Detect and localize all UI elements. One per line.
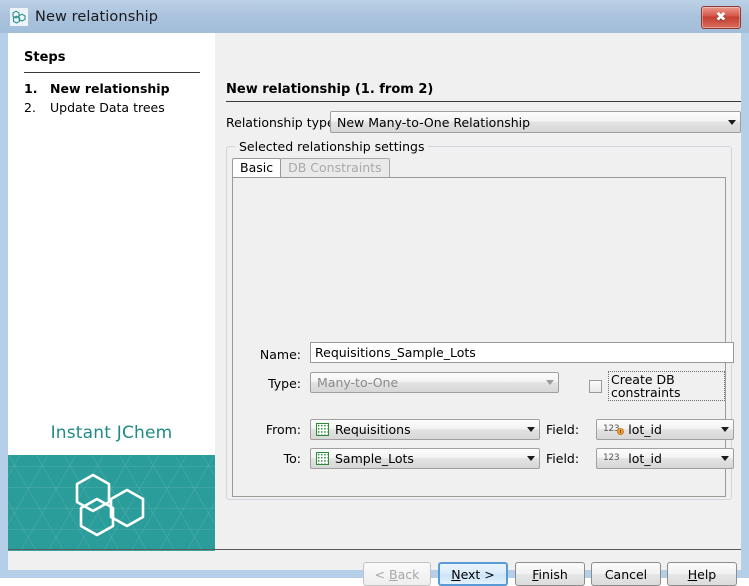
type-value: Many-to-One bbox=[311, 375, 541, 390]
from-field-value: lot_id bbox=[622, 422, 716, 437]
button-bar: < Back Next > Finish Cancel Help bbox=[8, 550, 741, 570]
steps-divider bbox=[24, 72, 200, 73]
page-title-divider bbox=[226, 101, 741, 102]
number-type-text: 123 bbox=[603, 453, 619, 463]
relationship-settings-group-title: Selected relationship settings bbox=[235, 139, 428, 154]
from-table-value: Requisitions bbox=[329, 422, 522, 437]
chevron-down-icon bbox=[522, 456, 539, 461]
close-icon: ✖ bbox=[716, 11, 727, 24]
step-label: Update Data trees bbox=[50, 98, 165, 117]
title-bar: New relationship ✖ bbox=[0, 0, 749, 33]
tab-db-constraints: DB Constraints bbox=[280, 158, 390, 177]
to-field-label: Field: bbox=[546, 451, 590, 466]
table-grid-icon bbox=[316, 423, 329, 436]
step-number: 2. bbox=[24, 98, 50, 117]
product-logo-panel bbox=[8, 455, 215, 551]
step-item-2: 2. Update Data trees bbox=[24, 98, 209, 117]
finish-button[interactable]: Finish bbox=[515, 562, 585, 586]
dialog-window: New relationship ✖ Steps 1. New relation… bbox=[0, 0, 749, 578]
steps-heading: Steps bbox=[24, 50, 65, 65]
chevron-down-icon bbox=[716, 456, 733, 461]
to-label: To: bbox=[241, 451, 301, 466]
relationship-type-label: Relationship type: bbox=[226, 115, 339, 130]
from-field-label: Field: bbox=[546, 422, 590, 437]
create-db-constraints-checkbox[interactable]: Create DB constraints bbox=[589, 371, 725, 401]
name-label: Name: bbox=[241, 347, 301, 362]
back-button: < Back bbox=[363, 562, 431, 586]
molecule-logo-icon bbox=[71, 472, 153, 538]
checkbox-box-icon bbox=[589, 380, 602, 393]
step-number: 1. bbox=[24, 79, 50, 98]
step-label: New relationship bbox=[50, 79, 170, 98]
steps-panel: Steps 1. New relationship 2. Update Data… bbox=[8, 33, 215, 537]
chevron-down-icon bbox=[541, 380, 558, 385]
finish-button-label: Finish bbox=[532, 567, 568, 582]
from-label: From: bbox=[241, 422, 301, 437]
dialog-client-area: Steps 1. New relationship 2. Update Data… bbox=[8, 33, 741, 570]
help-button-label: Help bbox=[688, 567, 717, 582]
to-table-value: Sample_Lots bbox=[329, 451, 522, 466]
basic-tab-panel: Name: Requisitions_Sample_Lots Type: Man… bbox=[232, 177, 726, 497]
steps-list: 1. New relationship 2. Update Data trees bbox=[24, 79, 209, 117]
close-button[interactable]: ✖ bbox=[701, 6, 741, 29]
tab-basic[interactable]: Basic bbox=[232, 158, 281, 177]
type-label: Type: bbox=[241, 376, 301, 391]
from-field-select[interactable]: 123 lot_id bbox=[596, 419, 734, 440]
next-button-label: Next > bbox=[451, 567, 495, 582]
cancel-button-label: Cancel bbox=[605, 567, 647, 582]
create-db-constraints-label: Create DB constraints bbox=[608, 371, 725, 401]
to-table-select[interactable]: Sample_Lots bbox=[310, 448, 540, 469]
number-icon: 123 bbox=[603, 452, 619, 465]
relationship-type-select[interactable]: New Many-to-One Relationship bbox=[330, 111, 741, 133]
next-button[interactable]: Next > bbox=[438, 562, 508, 586]
table-grid-icon bbox=[316, 452, 329, 465]
relationship-type-value: New Many-to-One Relationship bbox=[331, 115, 723, 130]
type-select: Many-to-One bbox=[310, 372, 559, 393]
chevron-down-icon bbox=[716, 427, 733, 432]
to-field-select[interactable]: 123 lot_id bbox=[596, 448, 734, 469]
chevron-down-icon bbox=[723, 120, 740, 125]
settings-tabstrip: Basic DB Constraints bbox=[232, 158, 390, 177]
wizard-content-panel: New relationship (1. from 2) Relationshi… bbox=[215, 33, 741, 537]
step-item-1: 1. New relationship bbox=[24, 79, 209, 98]
cancel-button[interactable]: Cancel bbox=[591, 562, 661, 586]
help-button[interactable]: Help bbox=[667, 562, 737, 586]
page-title: New relationship (1. from 2) bbox=[226, 82, 433, 97]
number-key-icon: 123 bbox=[603, 423, 619, 436]
window-title: New relationship bbox=[35, 9, 158, 25]
name-input[interactable]: Requisitions_Sample_Lots bbox=[310, 342, 734, 363]
product-name-label: Instant JChem bbox=[8, 423, 215, 443]
to-field-value: lot_id bbox=[622, 451, 716, 466]
from-table-select[interactable]: Requisitions bbox=[310, 419, 540, 440]
back-button-label: < Back bbox=[375, 567, 420, 582]
molecule-hexagon-icon bbox=[10, 8, 28, 26]
chevron-down-icon bbox=[522, 427, 539, 432]
